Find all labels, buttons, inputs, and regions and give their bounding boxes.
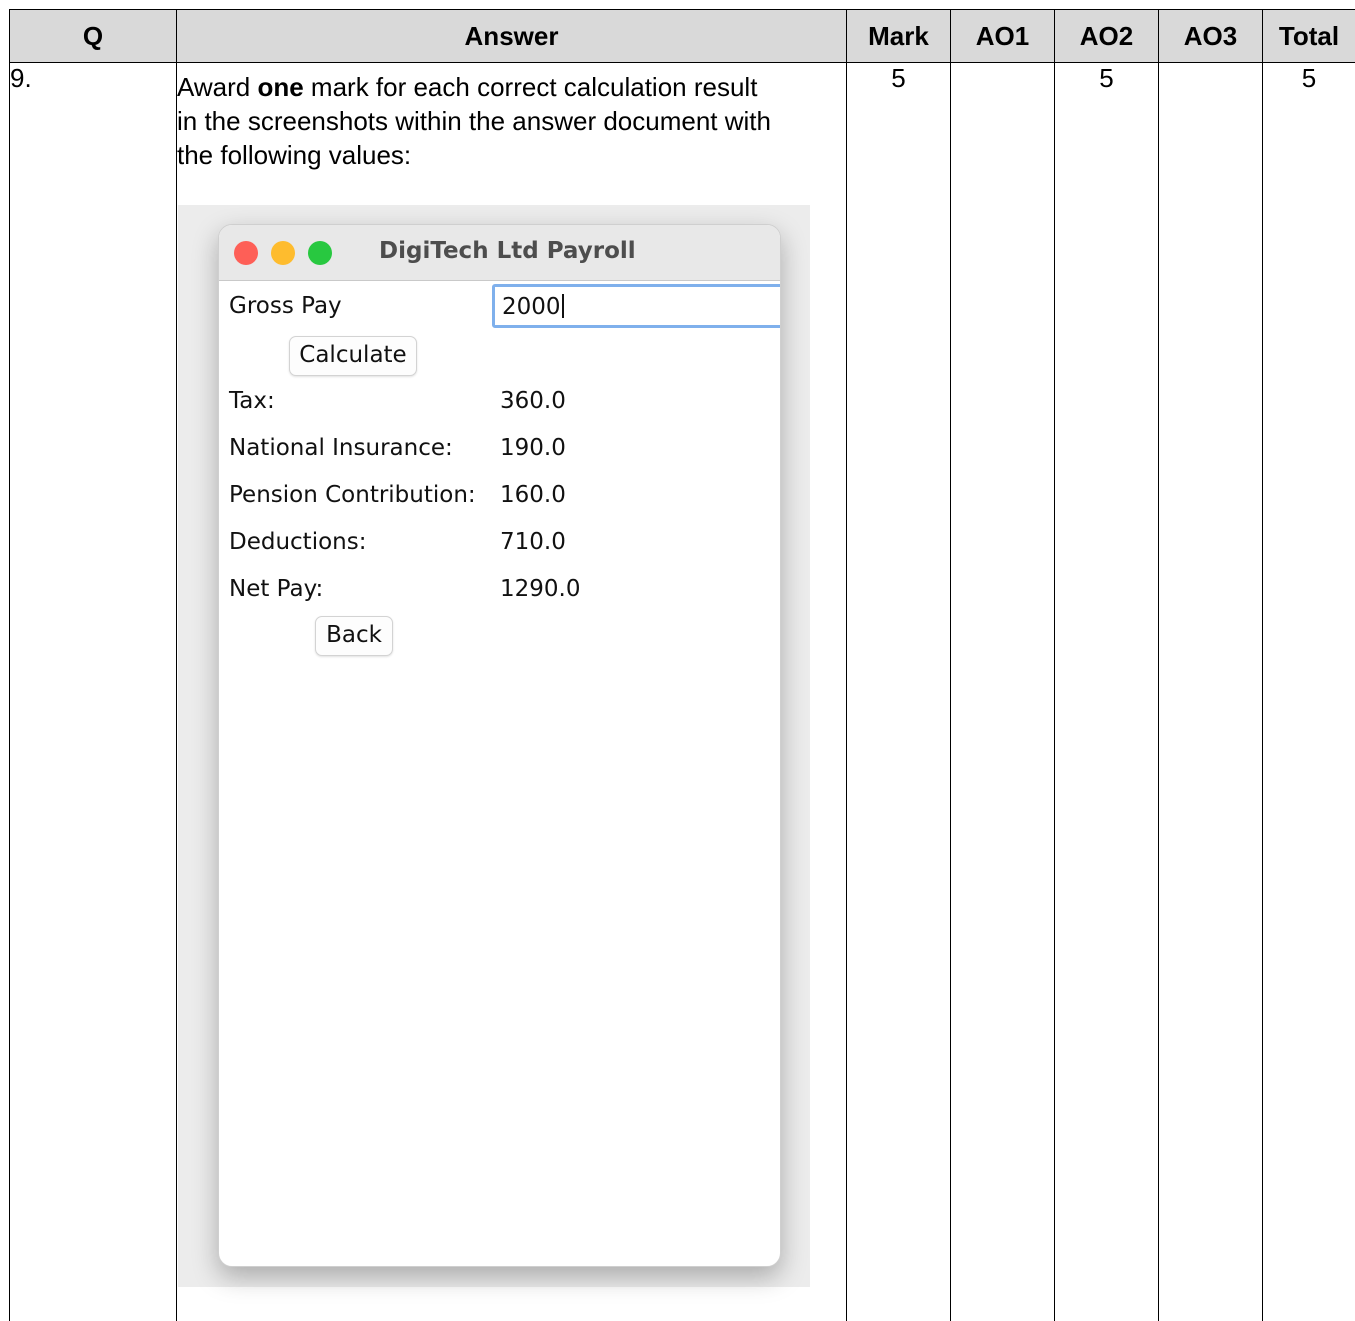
back-button[interactable]: Back bbox=[315, 616, 393, 656]
mark-value: 5 bbox=[846, 62, 951, 1321]
national-insurance-value: 190.0 bbox=[500, 435, 566, 461]
answer-prefix: Award bbox=[177, 72, 258, 102]
table-row: 9. Award one mark for each correct calcu… bbox=[9, 62, 1355, 1321]
answer-bold: one bbox=[257, 72, 304, 102]
ao1-value bbox=[950, 62, 1055, 1321]
header-ao1: AO1 bbox=[950, 9, 1055, 63]
net-pay-label: Net Pay: bbox=[229, 576, 324, 602]
ao3-value bbox=[1158, 62, 1263, 1321]
zoom-window-icon[interactable] bbox=[308, 241, 332, 265]
answer-text: Award one mark for each correct calculat… bbox=[177, 70, 777, 172]
header-row: Q Answer Mark AO1 AO2 AO3 Total bbox=[9, 9, 1355, 63]
answer-cell: Award one mark for each correct calculat… bbox=[176, 62, 847, 1321]
net-pay-value: 1290.0 bbox=[500, 576, 581, 602]
tax-value: 360.0 bbox=[500, 388, 566, 414]
gross-pay-input[interactable]: 2000 bbox=[492, 284, 780, 328]
header-answer: Answer bbox=[176, 9, 847, 63]
ao2-value: 5 bbox=[1054, 62, 1159, 1321]
deductions-value: 710.0 bbox=[500, 529, 566, 555]
tax-label: Tax: bbox=[229, 388, 275, 414]
gross-pay-value: 2000 bbox=[502, 294, 561, 320]
window-title: DigiTech Ltd Payroll bbox=[379, 238, 636, 264]
total-value: 5 bbox=[1262, 62, 1355, 1321]
calculate-button[interactable]: Calculate bbox=[289, 336, 417, 376]
minimize-window-icon[interactable] bbox=[271, 241, 295, 265]
header-total: Total bbox=[1262, 9, 1355, 63]
header-q: Q bbox=[9, 9, 177, 63]
deductions-label: Deductions: bbox=[229, 529, 367, 555]
screenshot-frame: DigiTech Ltd Payroll Gross Pay 2000 Calc… bbox=[178, 205, 810, 1287]
header-mark: Mark bbox=[846, 9, 951, 63]
window-titlebar: DigiTech Ltd Payroll bbox=[219, 225, 780, 281]
question-number: 9. bbox=[9, 62, 177, 1321]
mark-scheme-table: Q Answer Mark AO1 AO2 AO3 Total 9. Award… bbox=[9, 9, 1355, 1321]
close-window-icon[interactable] bbox=[234, 241, 258, 265]
header-ao2: AO2 bbox=[1054, 9, 1159, 63]
national-insurance-label: National Insurance: bbox=[229, 435, 453, 461]
gross-pay-label: Gross Pay bbox=[229, 293, 342, 319]
header-ao3: AO3 bbox=[1158, 9, 1263, 63]
text-caret bbox=[561, 294, 564, 318]
pension-contribution-value: 160.0 bbox=[500, 482, 566, 508]
payroll-window: DigiTech Ltd Payroll Gross Pay 2000 Calc… bbox=[218, 224, 781, 1267]
pension-contribution-label: Pension Contribution: bbox=[229, 482, 476, 508]
